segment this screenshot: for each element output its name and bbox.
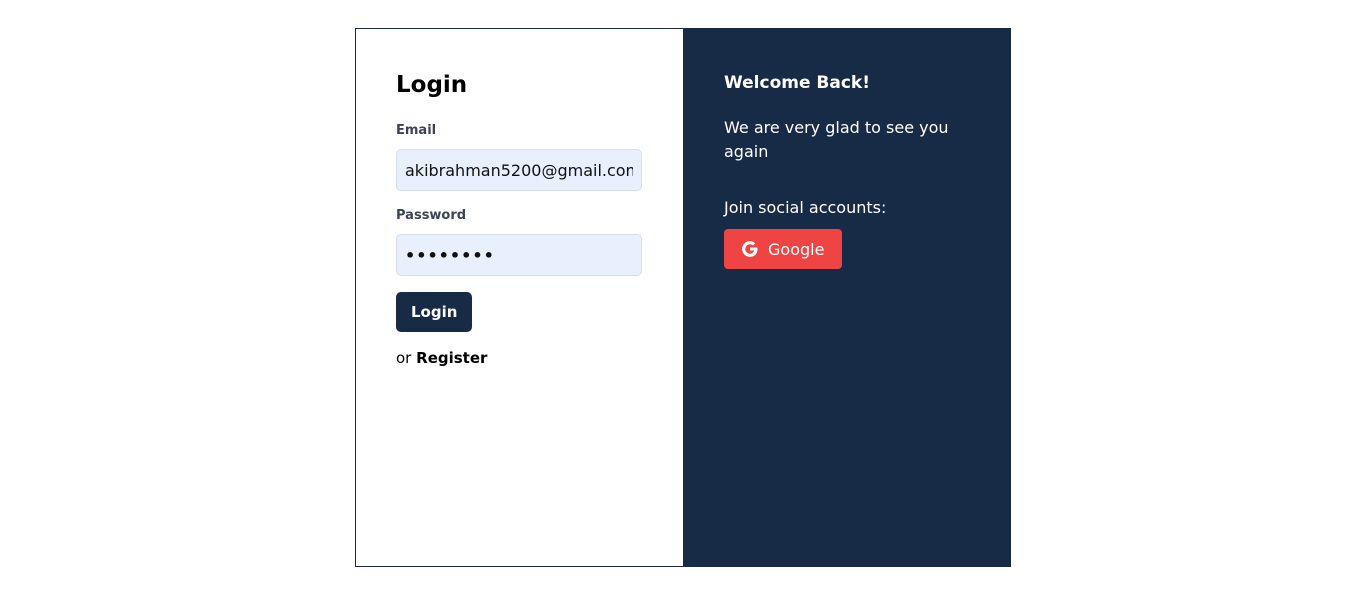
- or-text: or: [396, 349, 412, 367]
- login-card: Login Email Password Login or Register W…: [355, 28, 1011, 567]
- welcome-message: We are very glad to see you again: [724, 118, 949, 161]
- password-label: Password: [396, 208, 467, 223]
- login-form-panel: Login Email Password Login or Register: [356, 29, 683, 566]
- google-button-label: Google: [768, 239, 825, 259]
- register-link[interactable]: Register: [416, 349, 487, 367]
- email-field[interactable]: [396, 149, 642, 191]
- login-title: Login: [396, 72, 468, 98]
- welcome-title: Welcome Back!: [724, 73, 870, 93]
- google-login-button[interactable]: Google: [724, 229, 842, 269]
- welcome-panel: Welcome Back! We are very glad to see yo…: [683, 29, 1010, 566]
- email-label: Email: [396, 123, 437, 138]
- social-accounts-label: Join social accounts:: [724, 198, 887, 217]
- register-line: or Register: [396, 349, 683, 367]
- google-icon: [740, 239, 760, 259]
- password-field[interactable]: [396, 234, 642, 276]
- login-button[interactable]: Login: [396, 292, 473, 332]
